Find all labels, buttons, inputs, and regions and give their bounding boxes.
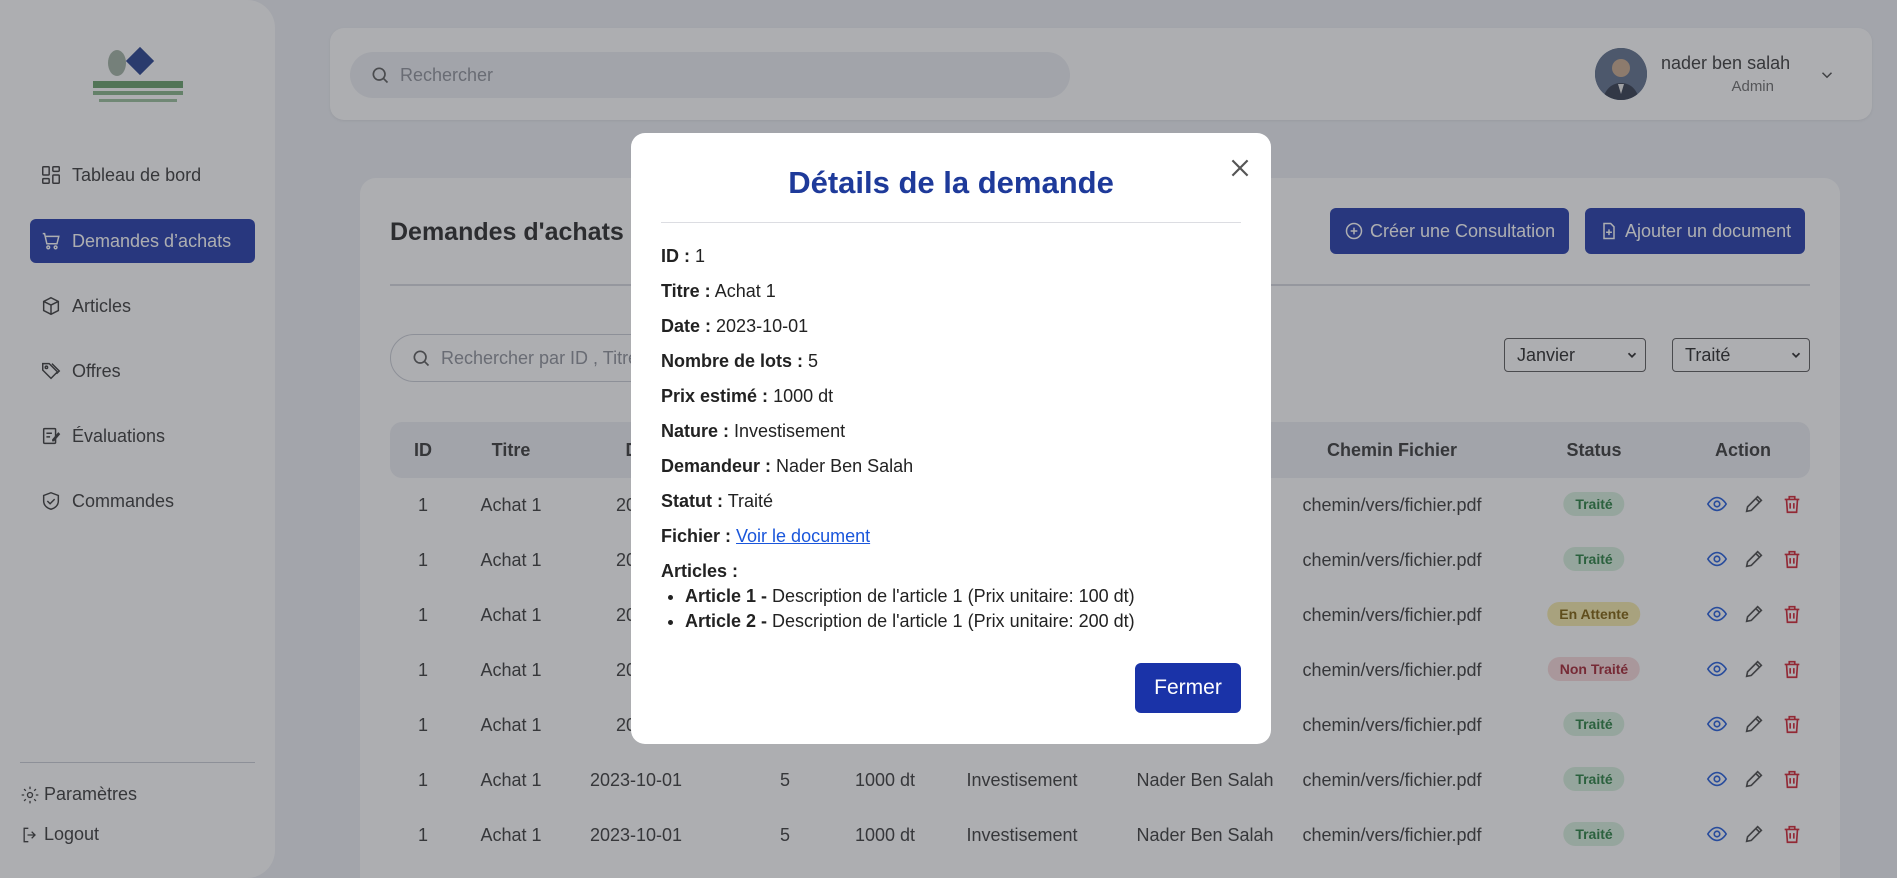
field-label: Titre : — [661, 281, 711, 301]
field-value: 2023-10-01 — [716, 316, 809, 336]
list-item: Article 2 - Description de l'article 1 (… — [685, 609, 1135, 634]
modal-divider — [661, 222, 1241, 223]
article-description: Description de l'article 1 (Prix unitair… — [772, 586, 1135, 606]
close-icon[interactable] — [1227, 155, 1253, 181]
field-value: Achat 1 — [714, 281, 776, 301]
field-statut: Statut : Traité — [661, 491, 773, 512]
field-label: Date : — [661, 316, 712, 336]
field-nature: Nature : Investisement — [661, 421, 845, 442]
field-value: Traité — [727, 491, 774, 511]
field-demandeur: Demandeur : Nader Ben Salah — [661, 456, 913, 477]
article-name: Article 2 - — [685, 611, 768, 631]
articles-list: Article 1 - Description de l'article 1 (… — [685, 584, 1135, 634]
field-date: Date : 2023-10-01 — [661, 316, 808, 337]
field-label: ID : — [661, 246, 690, 266]
field-articles: Articles : — [661, 561, 738, 582]
field-titre: Titre : Achat 1 — [661, 281, 776, 302]
modal-title: Détails de la demande — [788, 165, 1114, 200]
field-value: Nader Ben Salah — [776, 456, 914, 476]
field-prix-estime: Prix estimé : 1000 dt — [661, 386, 833, 407]
field-value: 1 — [695, 246, 706, 266]
field-nombre-lots: Nombre de lots : 5 — [661, 351, 818, 372]
field-id: ID : 1 — [661, 246, 705, 267]
field-label: Nature : — [661, 421, 730, 441]
article-description: Description de l'article 1 (Prix unitair… — [772, 611, 1135, 631]
close-modal-button[interactable]: Fermer — [1135, 663, 1241, 713]
details-modal: Détails de la demande ID : 1 Titre : Ach… — [631, 133, 1271, 744]
view-document-link[interactable]: Voir le document — [736, 526, 870, 546]
field-label: Demandeur : — [661, 456, 772, 476]
article-name: Article 1 - — [685, 586, 768, 606]
field-label: Fichier : — [661, 526, 732, 546]
field-label: Prix estimé : — [661, 386, 769, 406]
field-value: 1000 dt — [773, 386, 834, 406]
field-label: Nombre de lots : — [661, 351, 804, 371]
field-fichier: Fichier : Voir le document — [661, 526, 870, 547]
field-label: Statut : — [661, 491, 723, 511]
field-value: Investisement — [734, 421, 846, 441]
field-value: 5 — [808, 351, 819, 371]
list-item: Article 1 - Description de l'article 1 (… — [685, 584, 1135, 609]
field-label: Articles : — [661, 561, 739, 581]
